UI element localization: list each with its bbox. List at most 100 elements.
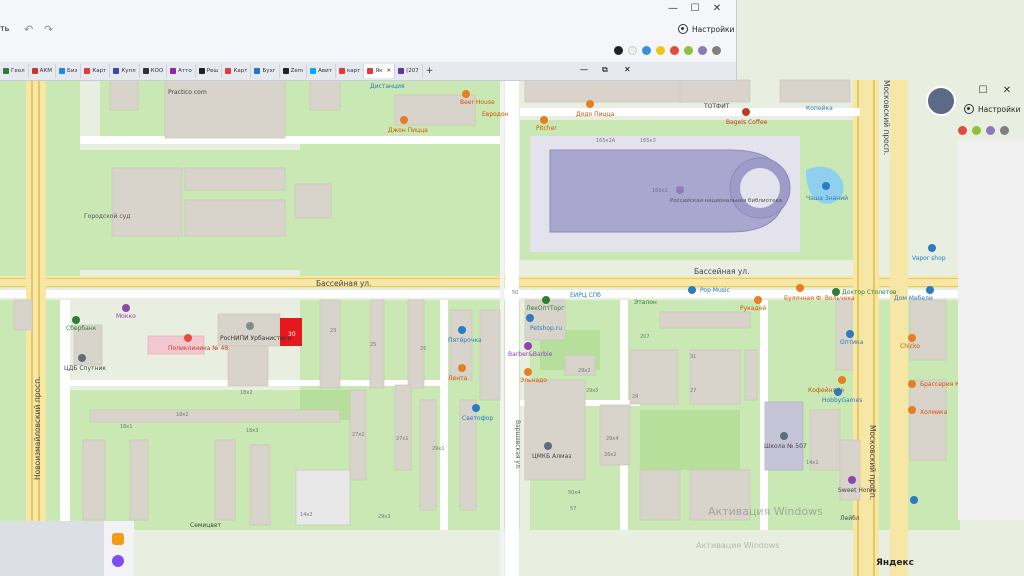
tab-close-icon[interactable]: ✕ <box>386 68 391 74</box>
metro-park-pobedy-icon[interactable] <box>926 86 956 116</box>
tab-window-close-icon[interactable]: ✕ <box>624 65 631 74</box>
swatch-5[interactable] <box>670 46 679 55</box>
svg-text:27к2: 27к2 <box>352 432 365 438</box>
label-dom-mebeli: Дом Мебели <box>894 295 933 302</box>
stoletov-marker[interactable] <box>832 288 840 296</box>
swatch-4[interactable] <box>656 46 665 55</box>
swatch-6[interactable] <box>684 46 693 55</box>
petshop-marker[interactable] <box>526 314 534 322</box>
tab-5[interactable]: Купл <box>110 64 140 78</box>
right-swatch-3[interactable] <box>986 126 995 135</box>
app-icon-orange[interactable] <box>112 533 124 545</box>
dommebeli-marker[interactable] <box>926 286 934 294</box>
gear-icon <box>678 24 688 34</box>
beerhouse-marker[interactable] <box>462 90 470 98</box>
tab-13[interactable]: карт <box>336 64 365 78</box>
right-close-icon[interactable]: ✕ <box>1000 84 1014 98</box>
mokko-marker[interactable] <box>122 304 130 312</box>
sweethome-marker[interactable] <box>848 476 856 484</box>
lekopttorg-marker[interactable] <box>542 296 550 304</box>
optika-marker[interactable] <box>846 330 854 338</box>
pitcher-marker[interactable] <box>540 116 548 124</box>
tab-6[interactable]: КОО <box>140 64 168 78</box>
address-text[interactable]: ть <box>0 24 9 33</box>
kofeynya-marker[interactable] <box>838 376 846 384</box>
swatch-8[interactable] <box>712 46 721 55</box>
school-marker[interactable] <box>780 432 788 440</box>
right-swatch-4[interactable] <box>1000 126 1009 135</box>
street-novoizmailovsky: Новоизмайловский просп. <box>33 377 42 480</box>
label-etalon: Эталон <box>634 299 657 306</box>
right-maximize-icon[interactable]: ☐ <box>976 84 990 98</box>
right-swatch-1[interactable] <box>958 126 967 135</box>
label-doctor-stoletov: Доктор Столетов <box>842 289 897 296</box>
brasseria-marker[interactable] <box>908 380 916 388</box>
right-settings-button[interactable]: Настройки <box>964 104 1020 114</box>
map-canvas[interactable]: 30 Бассейная ул. Бассейная ул. Новоизмай… <box>0 0 1024 576</box>
tab-7[interactable]: Атто <box>167 64 196 78</box>
maximize-icon[interactable]: ☐ <box>688 2 702 16</box>
metro-marker-bottom[interactable] <box>910 496 918 504</box>
tab-12[interactable]: Авит <box>307 64 336 78</box>
chasha-marker[interactable] <box>822 182 830 190</box>
sberbank-marker[interactable] <box>72 316 80 324</box>
minimize-icon[interactable]: — <box>666 2 680 16</box>
tab-restore-icon[interactable]: ⧉ <box>602 65 608 75</box>
tab-15[interactable]: (207 <box>395 64 423 78</box>
tab-2[interactable]: АКМ <box>29 64 57 78</box>
svetofor-marker[interactable] <box>472 404 480 412</box>
label-pyaterochka: Пятёрочка <box>448 337 482 344</box>
vapor-marker[interactable] <box>928 244 936 252</box>
tab-favicon <box>254 68 261 74</box>
undo-icon[interactable]: ↶ <box>24 23 33 36</box>
tab-8[interactable]: Реш <box>196 64 223 78</box>
polyclinic-marker[interactable] <box>184 334 192 342</box>
elnado-marker[interactable] <box>524 368 532 376</box>
redo-icon[interactable]: ↷ <box>44 23 53 36</box>
right-swatch-2[interactable] <box>972 126 981 135</box>
rukadey-marker[interactable] <box>754 296 762 304</box>
label-chicko: Chicko <box>900 343 920 350</box>
tab-14[interactable]: Як ✕ <box>364 64 396 78</box>
tab-11[interactable]: Zem <box>280 64 308 78</box>
holmika-marker[interactable] <box>908 406 916 414</box>
lenta-marker[interactable] <box>458 364 466 372</box>
john-marker[interactable] <box>400 116 408 124</box>
swatch-3[interactable] <box>642 46 651 55</box>
barber-marker[interactable] <box>524 342 532 350</box>
tab-4[interactable]: Карт <box>81 64 111 78</box>
almaz-marker[interactable] <box>544 442 552 450</box>
label-gorodskoy-sud: Городской суд <box>84 213 130 220</box>
pyaterochka-marker[interactable] <box>458 326 466 334</box>
settings-button[interactable]: Настройки <box>678 24 734 34</box>
swatch-7[interactable] <box>698 46 707 55</box>
label-eirc: ЕИРЦ СПб <box>570 292 601 299</box>
tab-10[interactable]: Бухг <box>251 64 280 78</box>
swatch-2[interactable] <box>628 46 637 55</box>
alice-icon[interactable] <box>112 555 124 567</box>
popmusic-marker[interactable] <box>688 286 696 294</box>
label-svetofor: Светофор <box>462 415 493 422</box>
yandex-logo[interactable]: Яндекс <box>876 558 914 568</box>
right-window: ☐ ✕ Настройки <box>956 80 1024 140</box>
tab-favicon <box>310 68 317 74</box>
tab-minimize-icon[interactable]: — <box>580 65 588 74</box>
close-icon[interactable]: ✕ <box>710 2 724 16</box>
address-bar[interactable]: ть ↶ ↷ Настройки <box>0 18 736 42</box>
hobby-marker[interactable] <box>834 388 842 396</box>
bulochnaya-marker[interactable] <box>796 284 804 292</box>
cdb-marker[interactable] <box>78 354 86 362</box>
chicko-marker[interactable] <box>908 334 916 342</box>
dodo-marker[interactable] <box>586 100 594 108</box>
tab-favicon <box>225 68 232 74</box>
svg-text:29к1: 29к1 <box>432 446 445 452</box>
tab-3[interactable]: Биз <box>56 64 82 78</box>
rosnipi-marker[interactable] <box>246 322 254 330</box>
tab-9[interactable]: Карт <box>222 64 252 78</box>
swatch-1[interactable] <box>614 46 623 55</box>
tab-1[interactable]: Геол <box>0 64 29 78</box>
new-tab-button[interactable]: + <box>423 64 437 78</box>
bagels-marker[interactable] <box>742 108 750 116</box>
svg-text:31: 31 <box>690 354 696 360</box>
library-marker[interactable] <box>676 186 684 194</box>
